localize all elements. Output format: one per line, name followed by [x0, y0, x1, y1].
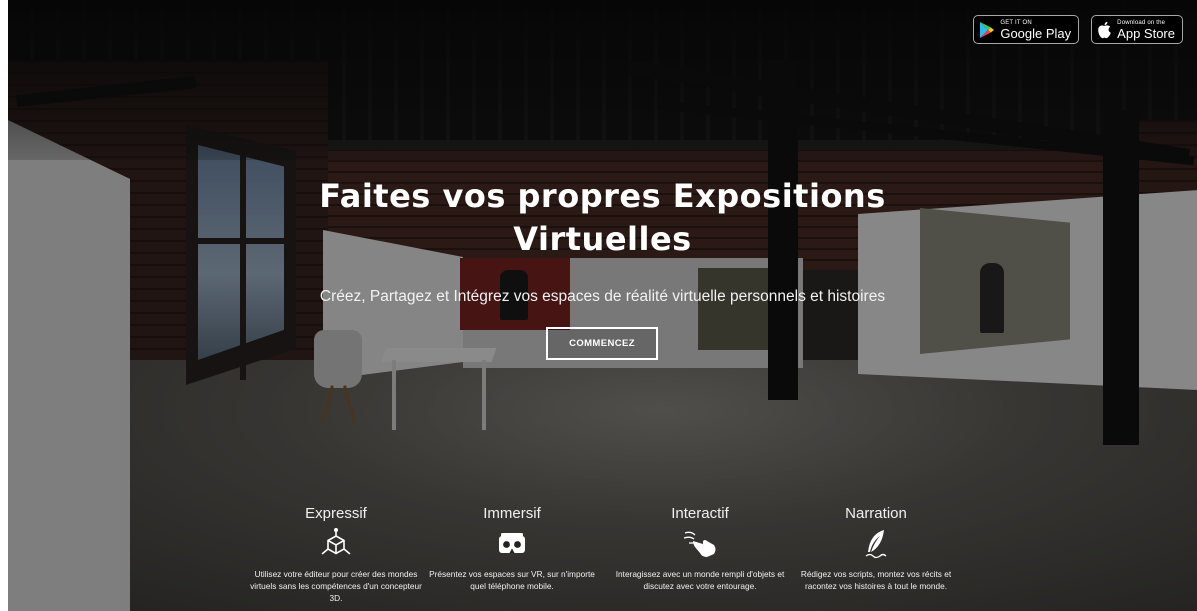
app-store-top-text: Download on the [1117, 19, 1166, 26]
feature-title: Narration [845, 505, 907, 522]
store-badges: GET IT ON Google Play Download on the Ap… [973, 15, 1183, 44]
feature-narration: Narration Rédigez vos scripts, montez vo… [788, 505, 964, 592]
features-row: Expressif Utilisez votre éditeur pour cr… [248, 505, 951, 611]
feature-description: Présentez vos espaces sur VR, sur n'impo… [429, 569, 595, 591]
feature-title: Expressif [305, 505, 367, 522]
google-play-main-text: Google Play [1000, 25, 1072, 41]
feature-title: Immersif [483, 505, 541, 522]
quill-icon [788, 526, 964, 562]
google-play-top-text: GET IT ON [1000, 19, 1032, 26]
feature-title: Interactif [671, 505, 729, 522]
touch-hand-icon [612, 526, 788, 562]
feature-description: Utilisez votre éditeur pour créer des mo… [250, 569, 422, 603]
hero-title-line-2: Virtuelles [513, 220, 692, 258]
apple-icon [1097, 21, 1112, 39]
feature-interactif: Interactif Interagissez avec un monde re… [612, 505, 788, 592]
vr-headset-icon [424, 526, 600, 562]
feature-expressif: Expressif Utilisez votre éditeur pour cr… [248, 505, 424, 604]
commencez-button[interactable]: COMMENCEZ [546, 327, 658, 360]
hero-title-line-1: Faites vos propres Expositions [319, 177, 886, 215]
app-store-main-text: App Store [1117, 25, 1175, 41]
feature-description: Rédigez vos scripts, montez vos récits e… [800, 569, 952, 591]
google-play-icon [979, 21, 995, 39]
app-store-badge[interactable]: Download on the App Store [1091, 15, 1183, 44]
cube-axes-icon [248, 526, 424, 562]
hero-subtitle: Créez, Partagez et Intégrez vos espaces … [319, 288, 886, 305]
hero-title: Faites vos propres Expositions Virtuelle… [8, 175, 1197, 261]
hero-section: GET IT ON Google Play Download on the Ap… [8, 0, 1197, 611]
google-play-badge[interactable]: GET IT ON Google Play [973, 15, 1080, 44]
left-margin [0, 0, 8, 611]
feature-immersif: Immersif Présentez vos espaces sur VR, s… [424, 505, 600, 592]
feature-description: Interagissez avec un monde rempli d'obje… [615, 569, 785, 591]
